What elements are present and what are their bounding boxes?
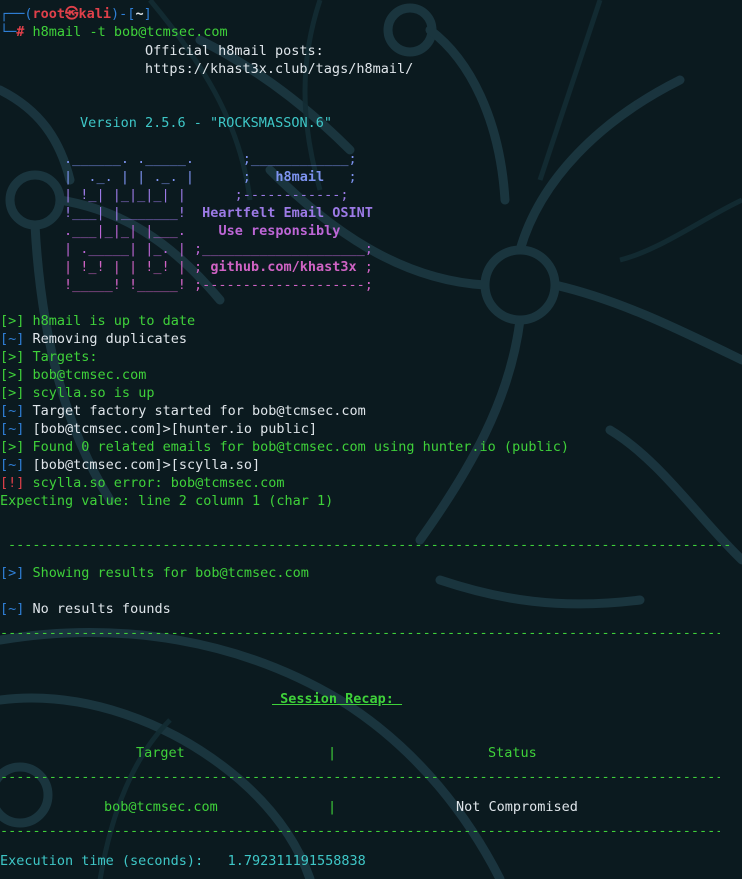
log-tag: [!]	[0, 475, 25, 491]
divider: ----------------------------------------…	[0, 625, 720, 641]
execution-time-value: 1.792311191558838	[227, 853, 366, 869]
log-tag: [~]	[0, 331, 25, 347]
log-text: scylla.so error: bob@tcmsec.com	[32, 475, 285, 491]
divider: ----------------------------------------…	[0, 769, 720, 785]
log-tag: [>]	[0, 367, 25, 383]
recap-row-status: Not Compromised	[456, 799, 578, 815]
command-argument: bob@tcmsec.com	[113, 24, 228, 40]
log-line: [>] Found 0 related emails for bob@tcmse…	[0, 438, 569, 456]
command-line: └─# h8mail -t bob@tcmsec.com	[0, 24, 228, 40]
log-line: [>] Targets:	[0, 348, 98, 366]
banner-name: h8mail	[275, 169, 325, 185]
log-tag: [>]	[0, 349, 25, 365]
recap-row-separator: |	[328, 799, 337, 815]
log-tag: [>]	[0, 385, 25, 401]
prompt-host: kali	[78, 6, 112, 22]
log-text: [bob@tcmsec.com]>[hunter.io public]	[32, 421, 318, 437]
log-line: [>] scylla.so is up	[0, 384, 154, 402]
error-detail: Expecting value: line 2 column 1 (char 1…	[0, 493, 334, 509]
log-tag: [~]	[0, 457, 25, 473]
version-text: Version 2.5.6 - "ROCKSMASSON.6"	[80, 115, 332, 131]
recap-row-target: bob@tcmsec.com	[104, 799, 218, 815]
log-line: [~] Target factory started for bob@tcmse…	[0, 402, 366, 420]
posts-url: https://khast3x.club/tags/h8mail/	[145, 61, 414, 77]
log-line: [~] Removing duplicates	[0, 330, 187, 348]
log-tag: [>]	[0, 313, 25, 329]
posts-title: Official h8mail posts:	[145, 43, 324, 59]
no-results-line: [~] No results founds	[0, 600, 171, 618]
log-text: h8mail is up to date	[32, 313, 196, 329]
log-tag: [~]	[0, 421, 25, 437]
log-text: Targets:	[32, 349, 98, 365]
log-text: bob@tcmsec.com	[32, 367, 147, 383]
log-line: [!] scylla.so error: bob@tcmsec.com	[0, 474, 285, 492]
terminal-output: ┌──(root㉿kali)-[~] └─# h8mail -t bob@tcm…	[0, 0, 742, 879]
recap-header-status: Status	[488, 745, 537, 761]
log-text: [bob@tcmsec.com]>[scylla.so]	[32, 457, 261, 473]
session-recap-title: Session Recap:	[272, 691, 403, 707]
divider: ----------------------------------------…	[0, 823, 720, 839]
banner-github: github.com/khast3x	[210, 259, 357, 275]
prompt-line: ┌──(root㉿kali)-[~]	[0, 6, 152, 22]
log-tag: [>]	[0, 565, 25, 581]
command-text: h8mail -t	[32, 24, 106, 40]
prompt-user: root	[32, 6, 66, 22]
showing-results-line: [>] Showing results for bob@tcmsec.com	[0, 564, 309, 582]
log-line: [~] [bob@tcmsec.com]>[hunter.io public]	[0, 420, 317, 438]
execution-time-label: Execution time (seconds):	[0, 853, 204, 869]
execution-time-line: Execution time (seconds): 1.792311191558…	[0, 852, 366, 870]
log-tag: [>]	[0, 439, 25, 455]
log-line: [>] bob@tcmsec.com	[0, 366, 146, 384]
log-text: Target factory started for bob@tcmsec.co…	[32, 403, 366, 419]
log-text: Found 0 related emails for bob@tcmsec.co…	[32, 439, 569, 455]
recap-header-separator: |	[328, 745, 337, 761]
prompt-hash: #	[16, 24, 25, 40]
prompt-directory: ~	[135, 6, 144, 22]
log-text: Removing duplicates	[32, 331, 187, 347]
log-line: [>] h8mail is up to date	[0, 312, 195, 330]
log-tag: [~]	[0, 403, 25, 419]
divider: ----------------------------------------…	[8, 537, 730, 553]
recap-header-target: Target	[136, 745, 185, 761]
banner-tagline2: Use responsibly	[218, 223, 341, 239]
prompt-at-symbol: ㉿	[65, 6, 79, 22]
log-tag: [~]	[0, 601, 25, 617]
ascii-banner: .______. ._____. ;____________; | ._. | …	[64, 151, 373, 293]
no-results-text: No results founds	[32, 601, 171, 617]
showing-results-text: Showing results for bob@tcmsec.com	[32, 565, 309, 581]
log-text: scylla.so is up	[32, 385, 155, 401]
log-line: [~] [bob@tcmsec.com]>[scylla.so]	[0, 456, 260, 474]
banner-tagline: Heartfelt Email OSINT	[202, 205, 373, 221]
